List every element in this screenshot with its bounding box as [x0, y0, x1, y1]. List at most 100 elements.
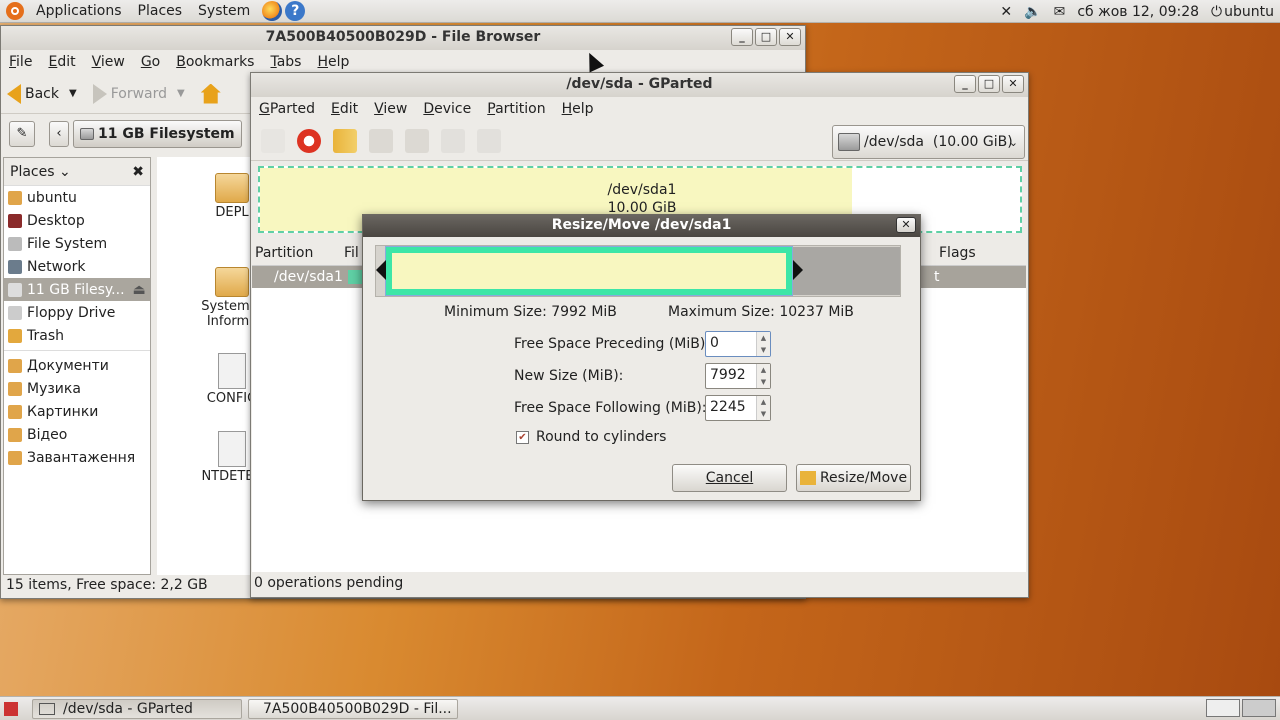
show-desktop-icon[interactable] [4, 701, 18, 716]
filesystem-color-icon [348, 270, 362, 284]
power-icon[interactable]: ⏻ [1211, 4, 1222, 20]
minimize-button[interactable]: _ [954, 75, 976, 93]
menu-help[interactable]: Help [309, 54, 357, 70]
eject-icon[interactable]: ⏏ [133, 282, 146, 298]
sidebar-item-ubuntu[interactable]: ubuntu [4, 186, 150, 209]
menu-help[interactable]: Help [554, 101, 602, 117]
path-button-filesystem[interactable]: 11 GB Filesystem [73, 120, 242, 148]
sidebar-item-desktop[interactable]: Desktop [4, 209, 150, 232]
sidebar-item-documents[interactable]: Документи [4, 354, 150, 377]
menu-file[interactable]: File [1, 54, 40, 70]
system-menu[interactable]: System [190, 0, 258, 23]
delete-icon[interactable] [297, 128, 321, 153]
file-item-label: DEPL [215, 205, 249, 220]
volume-icon[interactable]: 🔈 [1024, 4, 1041, 20]
preceding-input[interactable]: 0 ▲ ▼ [705, 331, 771, 357]
resize-move-icon[interactable] [333, 128, 357, 153]
help-icon[interactable]: ? [285, 1, 306, 21]
file-browser-titlebar[interactable]: 7A500B40500B029D - File Browser _ □ ✕ [1, 26, 805, 50]
home-icon[interactable] [200, 83, 221, 104]
dialog-titlebar[interactable]: Resize/Move /dev/sda1 ✕ [363, 215, 920, 237]
sidebar-item-videos[interactable]: Відео [4, 423, 150, 446]
dialog-title: Resize/Move /dev/sda1 [551, 217, 732, 233]
back-arrow-icon [7, 83, 21, 104]
user-name[interactable]: ubuntu [1224, 4, 1274, 20]
places-header: Places ⌄ ✖ [4, 158, 150, 186]
network-icon[interactable]: ✕ [1000, 4, 1012, 20]
cancel-button[interactable]: Cancel [672, 464, 787, 492]
maximize-button[interactable]: □ [978, 75, 1000, 93]
row-partition: /dev/sda1 [274, 269, 343, 285]
sidebar-item-trash[interactable]: Trash [4, 324, 150, 347]
undo-icon[interactable] [441, 128, 465, 153]
sidebar-item-label: Документи [27, 357, 109, 374]
menu-device[interactable]: Device [415, 101, 479, 117]
mail-icon[interactable]: ✉ [1054, 4, 1066, 20]
minimize-button[interactable]: _ [731, 28, 753, 46]
new-size-input[interactable]: 7992 ▲ ▼ [705, 363, 771, 389]
ubuntu-logo-icon[interactable] [6, 2, 24, 20]
places-dropdown[interactable]: Places ⌄ [10, 164, 71, 180]
column-filesystem[interactable]: Fil [344, 245, 364, 261]
stepper-icon[interactable]: ▲ ▼ [756, 364, 770, 388]
maximize-button[interactable]: □ [755, 28, 777, 46]
menu-gparted[interactable]: GParted [251, 101, 323, 117]
sidebar-item-11gb[interactable]: 11 GB Filesy... ⏏ [4, 278, 150, 301]
round-to-cylinders-checkbox[interactable]: ✔ [516, 431, 529, 444]
dialog-close-button[interactable]: ✕ [896, 217, 916, 233]
following-value: 2245 [710, 399, 746, 415]
forward-button[interactable]: Forward ▼ [92, 83, 185, 104]
following-input[interactable]: 2245 ▲ ▼ [705, 395, 771, 421]
applications-menu[interactable]: Applications [28, 0, 130, 23]
menu-edit[interactable]: Edit [323, 101, 366, 117]
sidebar-item-music[interactable]: Музика [4, 377, 150, 400]
menu-edit[interactable]: Edit [40, 54, 83, 70]
column-partition[interactable]: Partition [252, 245, 344, 261]
workspace-switcher-1[interactable] [1206, 699, 1240, 717]
column-flags[interactable]: Flags [939, 245, 976, 261]
floppy-icon [8, 305, 22, 320]
binary-file-icon [218, 431, 246, 467]
path-left-button[interactable]: ‹ [49, 121, 69, 147]
left-resize-handle[interactable] [376, 260, 386, 280]
paste-icon[interactable] [405, 128, 429, 153]
file-browser-status: 15 items, Free space: 2,2 GB [6, 577, 208, 593]
device-selector[interactable]: /dev/sda (10.00 GiB) ⌄ [832, 125, 1025, 159]
resize-move-button[interactable]: Resize/Move [796, 464, 911, 492]
menu-go[interactable]: Go [133, 54, 168, 70]
partition-bar[interactable] [385, 246, 793, 296]
sidebar-item-downloads[interactable]: Завантаження [4, 446, 150, 469]
task-file-browser[interactable]: 7A500B40500B029D - Fil... [248, 698, 458, 719]
sidebar-item-filesystem[interactable]: File System [4, 232, 150, 255]
gparted-status: 0 operations pending [254, 575, 404, 591]
stepper-icon[interactable]: ▲ ▼ [756, 396, 770, 420]
partition-visual-name: /dev/sda1 [607, 182, 677, 198]
gparted-titlebar[interactable]: /dev/sda - GParted _ □ ✕ [251, 73, 1028, 97]
resize-slider[interactable] [375, 245, 901, 297]
menu-tabs[interactable]: Tabs [262, 54, 309, 70]
right-resize-handle[interactable] [793, 260, 803, 280]
sidebar-item-floppy[interactable]: Floppy Drive [4, 301, 150, 324]
menu-view[interactable]: View [366, 101, 415, 117]
sidebar-item-pictures[interactable]: Картинки [4, 400, 150, 423]
close-sidebar-icon[interactable]: ✖ [132, 164, 144, 180]
menu-bookmarks[interactable]: Bookmarks [168, 54, 262, 70]
copy-icon[interactable] [369, 128, 393, 153]
back-label: Back [25, 85, 59, 102]
menu-view[interactable]: View [84, 54, 133, 70]
close-button[interactable]: ✕ [779, 28, 801, 46]
firefox-icon[interactable] [262, 1, 283, 21]
edit-location-button[interactable]: ✎ [9, 121, 35, 147]
apply-icon[interactable] [477, 128, 501, 153]
places-menu[interactable]: Places [130, 0, 191, 23]
sidebar-item-network[interactable]: Network [4, 255, 150, 278]
stepper-icon[interactable]: ▲ ▼ [756, 332, 770, 356]
task-gparted[interactable]: /dev/sda - GParted [32, 698, 242, 719]
new-partition-icon[interactable] [261, 128, 285, 153]
close-button[interactable]: ✕ [1002, 75, 1024, 93]
clock[interactable]: сб жов 12, 09:28 [1077, 4, 1199, 20]
workspace-switcher-2[interactable] [1242, 699, 1276, 717]
document-icon [218, 353, 246, 389]
menu-partition[interactable]: Partition [479, 101, 553, 117]
back-button[interactable]: Back ▼ [7, 83, 77, 104]
